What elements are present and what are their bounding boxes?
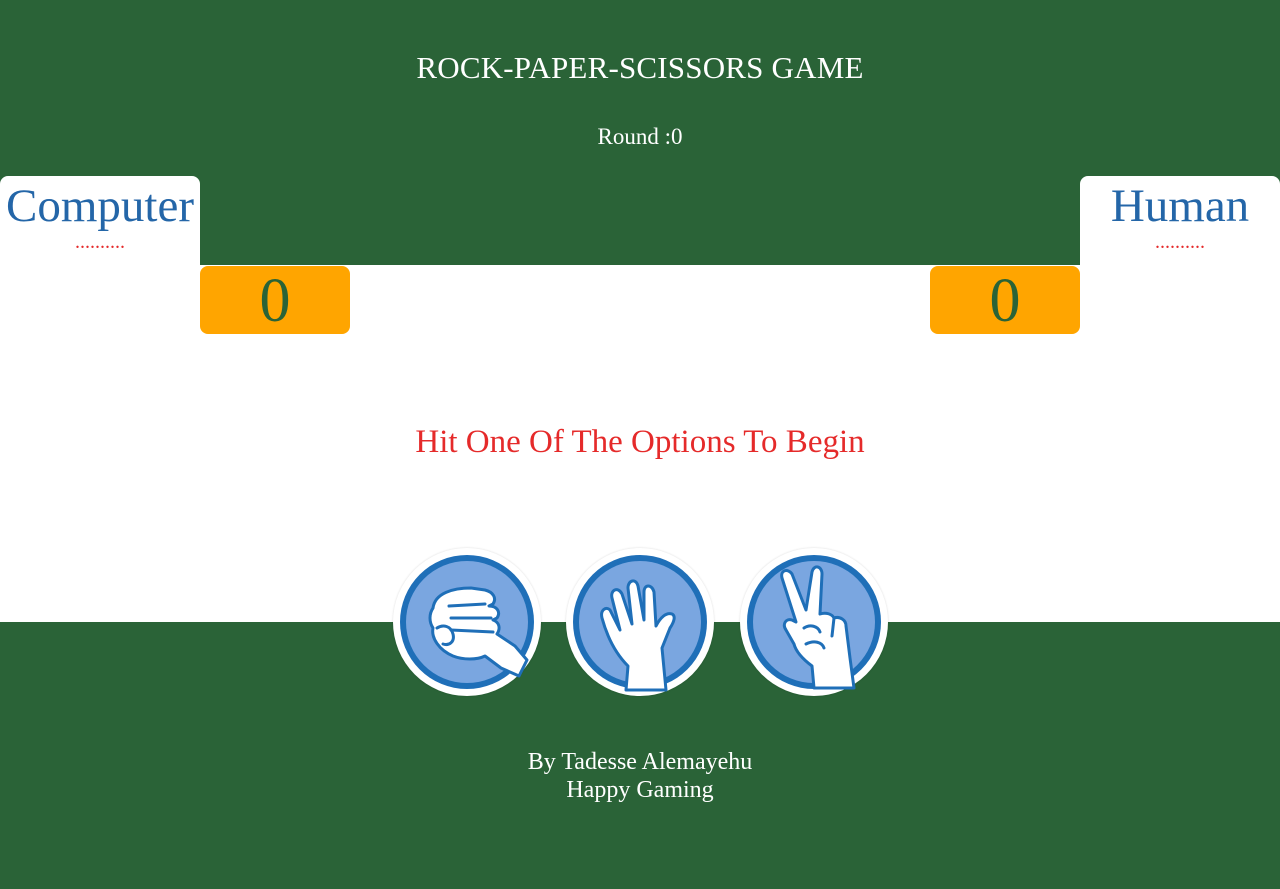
round-label: Round : [597,124,671,149]
footer-credits: By Tadesse Alemayehu Happy Gaming [0,748,1280,804]
computer-choice: .......... [75,231,125,253]
round-value: 0 [670,124,683,149]
scissors-button[interactable] [740,548,888,696]
footer-tagline: Happy Gaming [566,777,714,803]
human-card: Human .......... [1080,176,1280,265]
paper-open-hand-icon [573,555,707,692]
round-counter: Round :0 [0,124,1280,150]
human-name: Human [1110,180,1250,232]
computer-score: 0 [200,266,350,335]
game-title: ROCK-PAPER-SCISSORS GAME [416,50,864,85]
computer-name: Computer [6,180,194,232]
paper-button[interactable] [566,548,714,696]
status-message: Hit One Of The Options To Begin [415,424,865,460]
computer-card: Computer .......... [0,176,200,265]
footer-author: By Tadesse Alemayehu [527,749,753,775]
rock-fist-icon [400,555,534,689]
human-score: 0 [930,266,1080,335]
rock-button[interactable] [393,548,541,696]
scissors-peace-hand-icon [747,555,881,690]
human-choice: .......... [1155,231,1205,253]
